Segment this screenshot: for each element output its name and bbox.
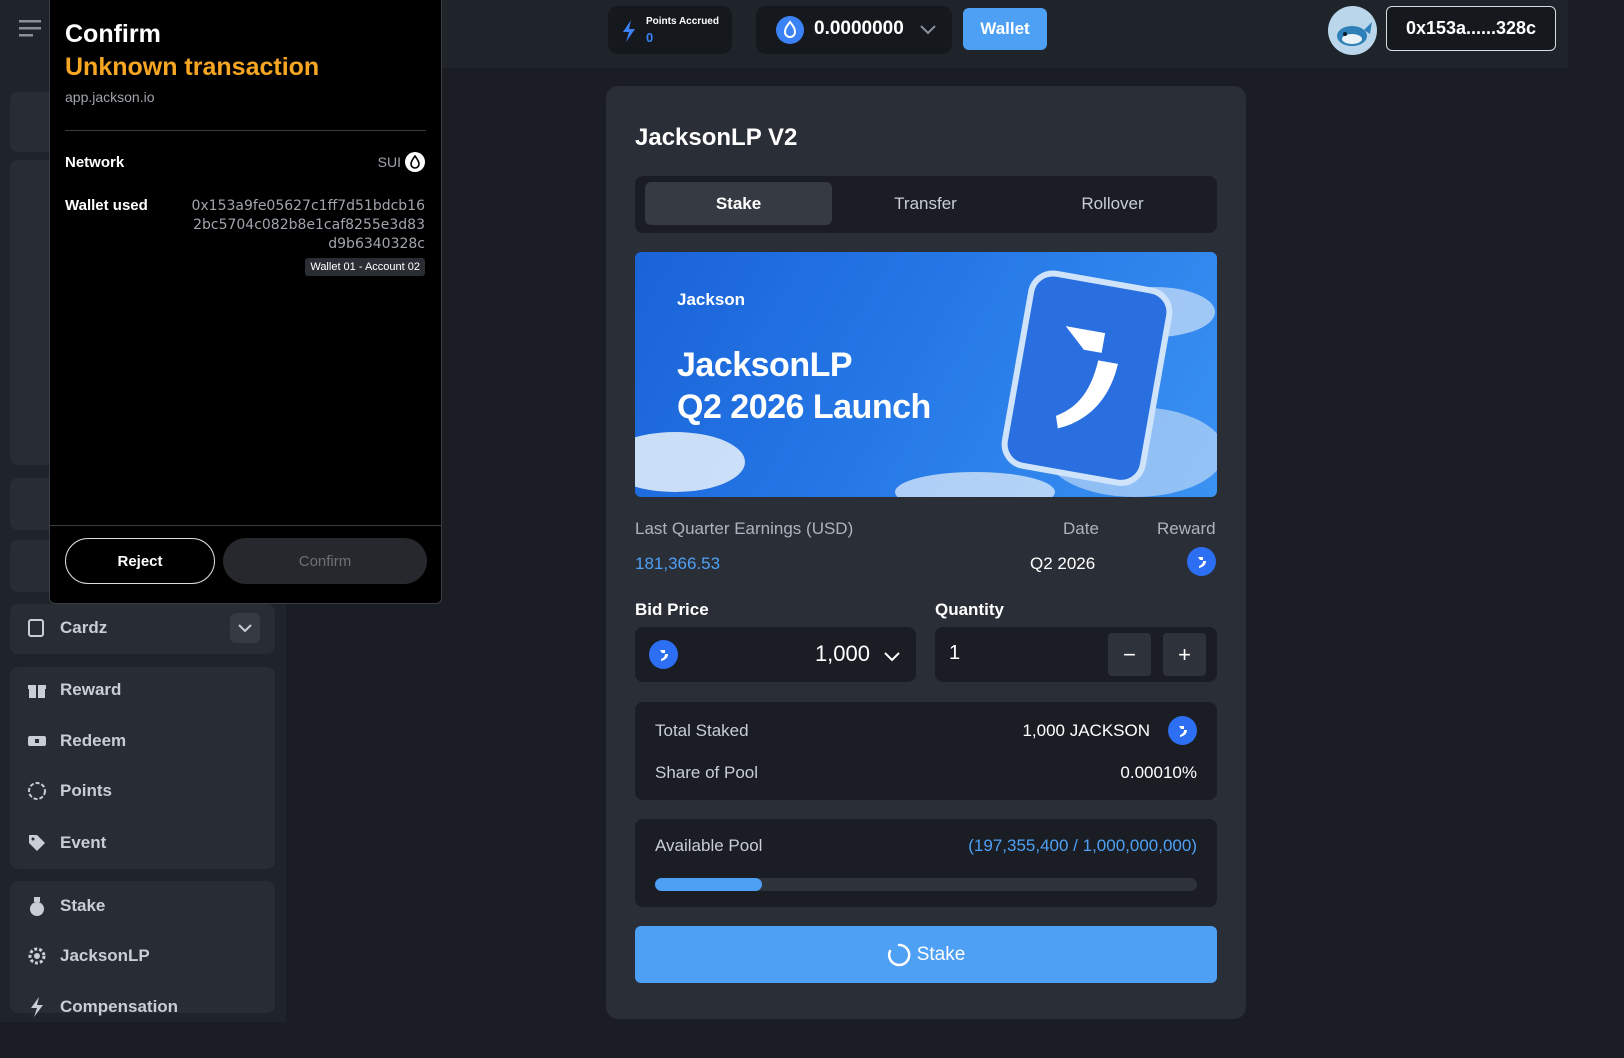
sidebar-group-rewards: Reward Redeem Points Event xyxy=(10,667,275,869)
sui-drop-icon xyxy=(405,152,425,172)
sidebar-item-label: Redeem xyxy=(60,731,127,750)
reward-label: Reward xyxy=(1157,519,1216,538)
banner-brand: Jackson xyxy=(677,290,746,309)
dialog-origin: app.jackson.io xyxy=(65,89,155,105)
tab-stake[interactable]: Stake xyxy=(645,182,832,225)
sidebar-item-label: Event xyxy=(60,833,107,852)
sidebar-item-event[interactable]: Event xyxy=(10,823,275,863)
promo-banner: Jackson JacksonLP Q2 2026 Launch xyxy=(635,252,1217,497)
points-accrued[interactable]: Points Accrued 0 xyxy=(608,6,732,54)
share-of-pool-label: Share of Pool xyxy=(655,763,759,782)
tab-transfer[interactable]: Transfer xyxy=(832,182,1019,225)
available-pool-value: (197,355,400 / 1,000,000,000) xyxy=(968,836,1197,855)
pool-progress-bar xyxy=(655,878,1197,891)
bid-price-label: Bid Price xyxy=(635,600,709,619)
wallet-button[interactable]: Wallet xyxy=(963,8,1047,50)
network-value: SUI xyxy=(377,154,401,170)
jackson-coin-icon xyxy=(1168,716,1197,745)
sidebar-item-points[interactable]: Points xyxy=(10,771,275,811)
tag-icon xyxy=(26,832,48,854)
banner-headline-line1: JacksonLP xyxy=(677,346,853,384)
tab-bar: Stake Transfer Rollover xyxy=(635,176,1217,233)
network-label: Network xyxy=(65,154,125,171)
chevron-down-icon xyxy=(920,22,936,40)
sidebar-item-label: Cardz xyxy=(60,618,108,637)
sidebar-item-compensation[interactable]: Compensation xyxy=(10,987,275,1027)
divider xyxy=(65,130,426,131)
sidebar-item-label: JacksonLP xyxy=(60,946,150,965)
card-icon xyxy=(26,617,48,639)
avatar[interactable] xyxy=(1328,6,1377,55)
sui-drop-icon xyxy=(776,16,804,44)
chevron-down-icon xyxy=(884,649,900,667)
reject-button[interactable]: Reject xyxy=(65,538,215,584)
confirm-button[interactable]: Confirm xyxy=(223,538,427,584)
banner-headline: JacksonLP Q2 2026 Launch xyxy=(677,344,931,428)
ticket-icon xyxy=(26,730,48,752)
available-pool-label: Available Pool xyxy=(655,836,763,855)
points-label: Points Accrued xyxy=(646,16,719,27)
dialog-title: Confirm xyxy=(65,20,161,48)
stake-button-label: Stake xyxy=(916,943,966,965)
confirm-transaction-dialog: Confirm Unknown transaction app.jackson.… xyxy=(49,0,442,604)
banner-headline-line2: Q2 2026 Launch xyxy=(677,388,931,426)
stake-summary: Total Staked 1,000 JACKSON Share of Pool… xyxy=(635,702,1217,800)
sidebar-item-label: Reward xyxy=(60,680,122,699)
pool-progress-fill xyxy=(655,878,762,891)
stake-card: JacksonLP V2 Stake Transfer Rollover Jac… xyxy=(606,86,1246,1019)
total-staked-value: 1,000 JACKSON xyxy=(1022,721,1150,740)
bid-price-value: 1,000 xyxy=(814,641,870,666)
share-of-pool-value: 0.00010% xyxy=(1120,763,1197,782)
wallet-used-label: Wallet used xyxy=(65,197,148,214)
dialog-subtitle: Unknown transaction xyxy=(65,53,320,81)
date-value: Q2 2026 xyxy=(1030,554,1096,573)
jackson-coin-icon xyxy=(649,640,678,669)
bolt-icon xyxy=(26,996,48,1018)
stake-button[interactable]: Stake xyxy=(635,926,1217,983)
earnings-label: Last Quarter Earnings (USD) xyxy=(635,519,854,538)
balance-amount: 0.0000000 xyxy=(814,18,904,39)
sidebar-item-label: Points xyxy=(60,781,112,800)
date-label: Date xyxy=(1063,519,1099,538)
menu-icon[interactable] xyxy=(10,8,50,48)
sidebar-group-stake: Stake JacksonLP Compensation xyxy=(10,881,275,1017)
earnings-value: 181,366.53 xyxy=(635,554,721,573)
jackson-coin-icon xyxy=(1187,547,1216,576)
wallet-account-badge: Wallet 01 - Account 02 xyxy=(305,258,425,276)
bolt-icon xyxy=(622,20,636,47)
sidebar-item-cardz[interactable]: Cardz xyxy=(10,604,275,654)
sidebar-item-stake[interactable]: Stake xyxy=(10,886,275,926)
sidebar-item-label: Compensation xyxy=(60,997,179,1016)
page-title: JacksonLP V2 xyxy=(635,124,798,151)
tab-rollover[interactable]: Rollover xyxy=(1019,182,1206,225)
balance-selector[interactable]: 0.0000000 xyxy=(756,6,952,54)
spinner-icon xyxy=(887,943,911,967)
divider xyxy=(50,525,441,526)
sidebar-item-jacksonlp[interactable]: JacksonLP xyxy=(10,936,275,976)
sidebar-item-label: Stake xyxy=(60,896,106,915)
wallet-address: 0x153a9fe05627c1ff7d51bdcb162bc5704c082b… xyxy=(191,198,425,252)
gear-icon xyxy=(26,945,48,967)
decrement-button[interactable]: − xyxy=(1108,633,1151,676)
sidebar-item-reward[interactable]: Reward xyxy=(10,670,275,710)
gift-icon xyxy=(26,679,48,701)
points-value: 0 xyxy=(646,30,654,45)
quantity-input[interactable]: 1 xyxy=(949,642,960,665)
quantity-stepper: 1 − + xyxy=(935,627,1217,682)
bid-price-select[interactable]: 1,000 xyxy=(635,627,916,682)
quantity-label: Quantity xyxy=(935,600,1004,619)
total-staked-label: Total Staked xyxy=(655,721,749,740)
account-address-button[interactable]: 0x153a......328c xyxy=(1386,6,1556,51)
sidebar-item-redeem[interactable]: Redeem xyxy=(10,721,275,761)
chevron-down-icon[interactable] xyxy=(230,613,260,643)
increment-button[interactable]: + xyxy=(1163,633,1206,676)
points-icon xyxy=(26,780,48,802)
available-pool: Available Pool (197,355,400 / 1,000,000,… xyxy=(635,819,1217,907)
moneybag-icon xyxy=(26,895,48,917)
